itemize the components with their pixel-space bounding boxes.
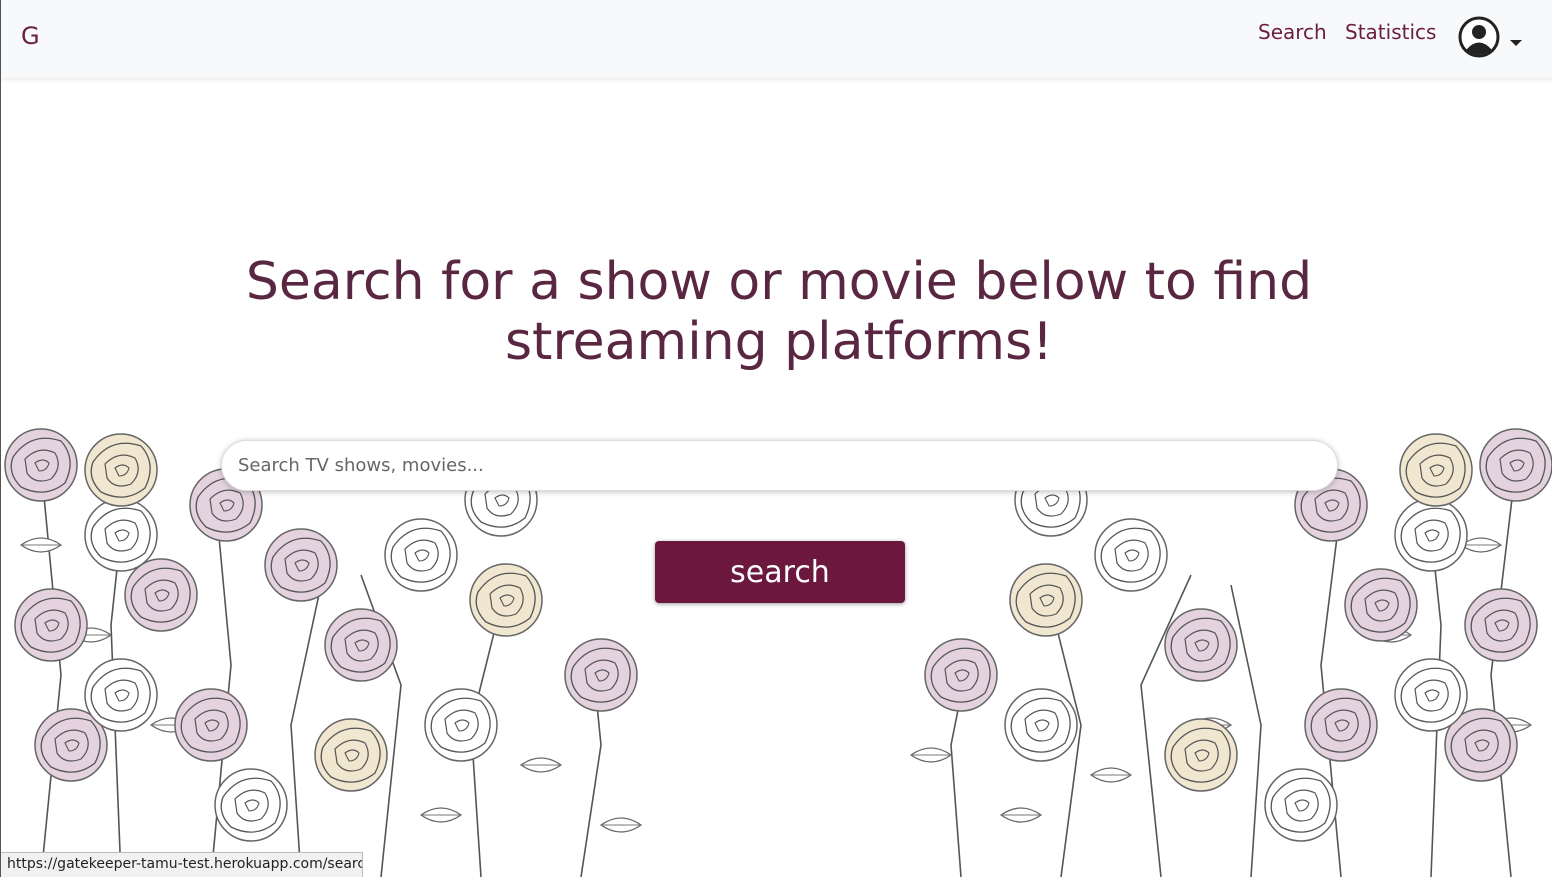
rose-background <box>4 428 1552 877</box>
navbar: G Search Statistics <box>1 0 1552 78</box>
nav-link-statistics[interactable]: Statistics <box>1345 20 1436 44</box>
search-input[interactable] <box>221 440 1338 491</box>
chevron-down-icon <box>1510 40 1522 46</box>
user-menu-dropdown[interactable] <box>1457 15 1527 61</box>
brand-logo[interactable]: G <box>21 22 40 50</box>
search-button[interactable]: search <box>655 541 905 603</box>
nav-link-search[interactable]: Search <box>1258 20 1327 44</box>
user-circle-icon <box>1458 16 1500 58</box>
status-bar-url: https://gatekeeper-tamu-test.herokuapp.c… <box>1 852 363 877</box>
page-headline: Search for a show or movie below to find… <box>245 252 1313 372</box>
